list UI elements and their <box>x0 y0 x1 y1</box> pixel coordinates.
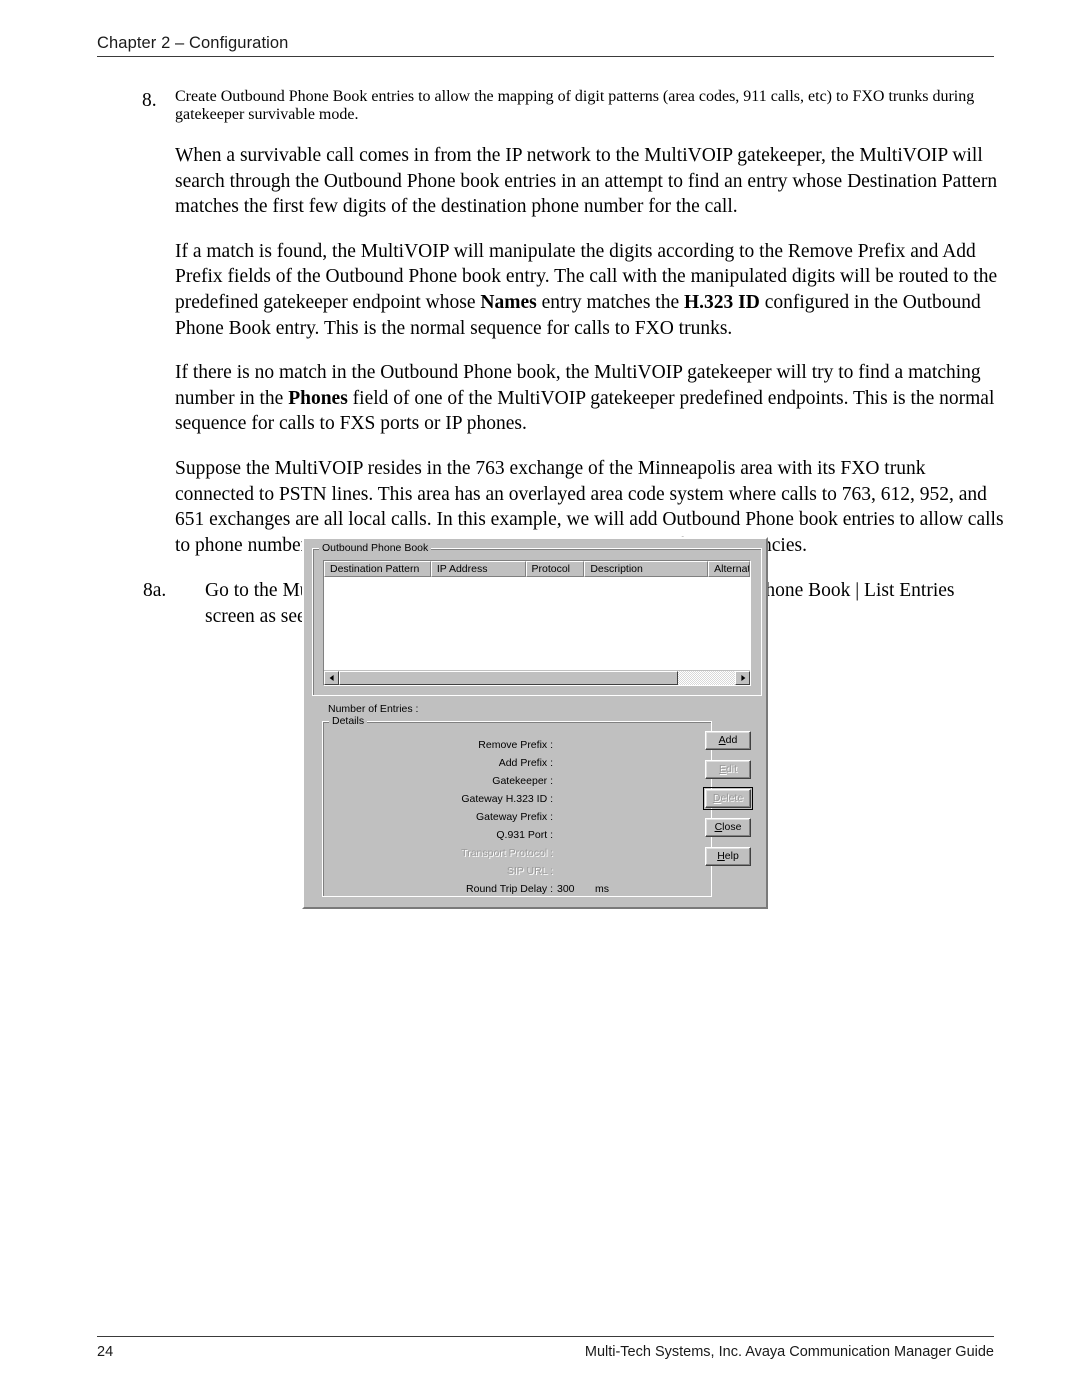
delete-button-rest: elete <box>720 792 744 804</box>
scrollbar-thumb[interactable] <box>339 671 678 685</box>
page-header: Chapter 2 – Configuration <box>97 34 994 57</box>
detail-sip-url-label: SIP URL : <box>506 865 553 877</box>
detail-round-trip-delay-unit: ms <box>595 883 609 895</box>
page-footer: 24 Multi-Tech Systems, Inc. Avaya Commun… <box>97 1336 994 1360</box>
detail-remove-prefix: Remove Prefix : <box>323 739 553 752</box>
scroll-right-arrow-icon[interactable] <box>735 671 750 685</box>
detail-q931-port: Q.931 Port : <box>323 829 553 842</box>
list-rows-area[interactable] <box>324 577 750 671</box>
footer-row: 24 Multi-Tech Systems, Inc. Avaya Commun… <box>97 1337 994 1360</box>
detail-round-trip-delay-label: Round Trip Delay : <box>466 883 553 895</box>
para3-bold-phones: Phones <box>288 387 348 409</box>
add-button-rest: dd <box>725 734 738 746</box>
scrollbar-track[interactable] <box>339 671 735 685</box>
detail-gateway-h323-id-label: Gateway H.323 ID : <box>461 793 553 805</box>
outbound-groupbox-legend: Outbound Phone Book <box>319 542 432 554</box>
detail-round-trip-delay: Round Trip Delay : 300 ms <box>323 883 609 896</box>
close-button[interactable]: Close <box>705 818 751 837</box>
detail-round-trip-delay-value: 300 <box>557 883 575 895</box>
detail-sip-url: SIP URL : <box>323 865 553 878</box>
column-header-ip-address[interactable]: IP Address <box>430 561 526 577</box>
list-column-header-row: Destination Pattern IP Address Protocol … <box>324 561 750 577</box>
details-groupbox: Details Remove Prefix : Add Prefix : Gat… <box>322 715 712 897</box>
detail-gateway-h323-id: Gateway H.323 ID : <box>323 793 553 806</box>
paragraph-no-match: If there is no match in the Outbound Pho… <box>0 360 1080 437</box>
paragraph-survivable-call: When a survivable call comes in from the… <box>175 145 998 218</box>
outbound-phone-book-groupbox: Outbound Phone Book Destination Pattern … <box>312 542 762 696</box>
edit-button-mnemonic: E <box>718 763 726 775</box>
para2-segment-2: entry matches the <box>536 291 684 313</box>
detail-transport-protocol: Transport Protocol : <box>323 847 553 860</box>
column-header-alternate[interactable]: Alternat <box>708 561 750 577</box>
detail-remove-prefix-label: Remove Prefix : <box>478 739 553 751</box>
edit-button-rest: dit <box>725 763 738 775</box>
help-button-rest: elp <box>724 850 739 862</box>
chapter-title: Chapter 2 – Configuration <box>97 34 289 52</box>
paragraph-match-found: If a match is found, the MultiVOIP will … <box>0 239 1080 341</box>
help-button-mnemonic: H <box>717 850 725 862</box>
column-header-description[interactable]: Description <box>584 561 709 577</box>
detail-add-prefix: Add Prefix : <box>323 757 553 770</box>
list-marker-8a: 8a. <box>143 580 167 602</box>
column-header-protocol[interactable]: Protocol <box>525 561 585 577</box>
scroll-left-arrow-icon[interactable] <box>324 671 339 685</box>
page-number: 24 <box>97 1344 114 1360</box>
para2-bold-names: Names <box>480 291 537 313</box>
header-rule <box>97 56 994 57</box>
close-button-rest: lose <box>722 821 742 833</box>
detail-gatekeeper-label: Gatekeeper : <box>492 775 553 787</box>
detail-add-prefix-label: Add Prefix : <box>498 757 553 769</box>
list-marker-8: 8. <box>142 90 157 111</box>
number-of-entries-label: Number of Entries : <box>328 703 419 715</box>
list-item-8-text: Create Outbound Phone Book entries to al… <box>175 88 975 123</box>
detail-gateway-prefix-label: Gateway Prefix : <box>475 811 553 823</box>
outbound-phone-book-dialog: Outbound Phone Book Destination Pattern … <box>302 537 768 909</box>
phone-book-list[interactable]: Destination Pattern IP Address Protocol … <box>323 560 751 686</box>
details-groupbox-legend: Details <box>329 715 368 727</box>
add-button-mnemonic: A <box>718 734 726 746</box>
delete-button[interactable]: Delete <box>703 787 753 810</box>
detail-q931-port-label: Q.931 Port : <box>496 829 553 841</box>
detail-transport-protocol-label: Transport Protocol : <box>461 847 553 859</box>
detail-gatekeeper: Gatekeeper : <box>323 775 553 788</box>
add-button[interactable]: Add <box>705 731 751 750</box>
column-header-destination-pattern[interactable]: Destination Pattern <box>324 561 431 577</box>
detail-gateway-prefix: Gateway Prefix : <box>323 811 553 824</box>
list-item-8: 8. Create Outbound Phone Book entries to… <box>0 88 1080 124</box>
edit-button[interactable]: Edit <box>705 760 751 779</box>
para2-bold-h323id: H.323 ID <box>683 291 760 313</box>
list-horizontal-scrollbar[interactable] <box>324 670 750 685</box>
guide-title: Multi-Tech Systems, Inc. Avaya Communica… <box>584 1344 994 1360</box>
help-button[interactable]: Help <box>705 847 751 866</box>
